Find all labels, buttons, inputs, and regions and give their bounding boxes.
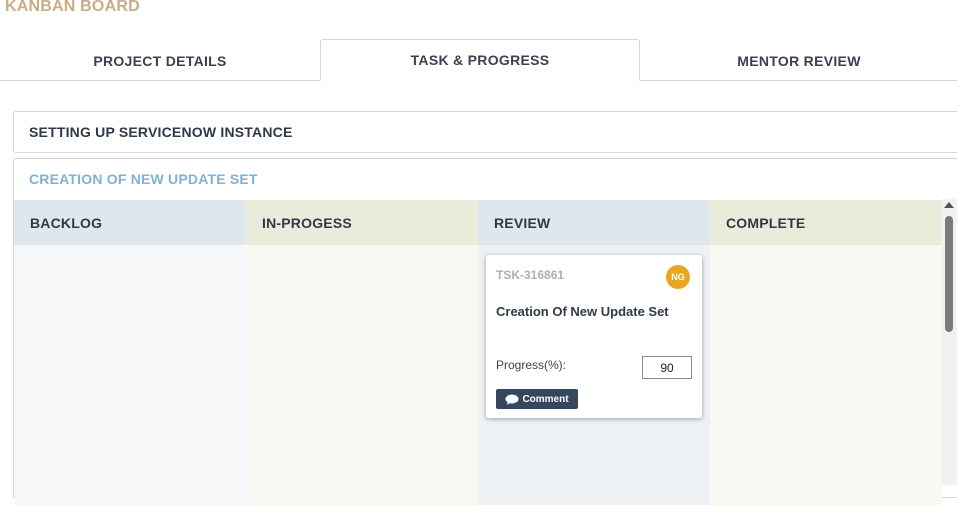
- progress-label: Progress(%):: [496, 358, 567, 372]
- tab-project-details[interactable]: PROJECT DETAILS: [0, 40, 320, 82]
- kanban-board: BACKLOG IN-PROGESS REVIEW COMPLETE: [14, 200, 942, 505]
- section-title: SETTING UP SERVICENOW INSTANCE: [29, 124, 293, 140]
- column-header: BACKLOG: [14, 200, 246, 245]
- column-body: [710, 245, 942, 505]
- scroll-thumb[interactable]: [945, 216, 953, 332]
- page-title: KANBAN BOARD: [5, 0, 140, 15]
- task-id: TSK-316861: [496, 268, 565, 282]
- column-header: IN-PROGESS: [246, 200, 478, 245]
- progress-input[interactable]: 90: [642, 356, 692, 379]
- section-title-active[interactable]: CREATION OF NEW UPDATE SET: [29, 171, 258, 187]
- tab-task-progress[interactable]: TASK & PROGRESS: [320, 39, 640, 81]
- column-header: REVIEW: [478, 200, 710, 245]
- comment-button[interactable]: Comment: [496, 389, 578, 409]
- comment-label: Comment: [522, 393, 569, 405]
- column-backlog: BACKLOG: [14, 200, 246, 505]
- column-body: [14, 245, 246, 505]
- vertical-scrollbar[interactable]: [941, 199, 957, 485]
- scroll-up-arrow-icon[interactable]: [944, 202, 954, 208]
- tab-mentor-review[interactable]: MENTOR REVIEW: [641, 40, 957, 82]
- section-setting-up-instance[interactable]: SETTING UP SERVICENOW INSTANCE: [13, 111, 957, 153]
- task-title: Creation Of New Update Set: [496, 304, 669, 319]
- column-in-progress: IN-PROGESS: [246, 200, 478, 505]
- avatar: NG: [666, 265, 690, 289]
- column-complete: COMPLETE: [710, 200, 942, 505]
- column-header: COMPLETE: [710, 200, 942, 245]
- tab-bar: PROJECT DETAILS TASK & PROGRESS MENTOR R…: [0, 39, 957, 81]
- section-creation-update-set: CREATION OF NEW UPDATE SET BACKLOG IN-PR…: [13, 158, 957, 505]
- column-body: [246, 245, 478, 505]
- task-card[interactable]: TSK-316861 NG Creation Of New Update Set…: [486, 255, 702, 418]
- speech-bubble-icon: [505, 394, 519, 405]
